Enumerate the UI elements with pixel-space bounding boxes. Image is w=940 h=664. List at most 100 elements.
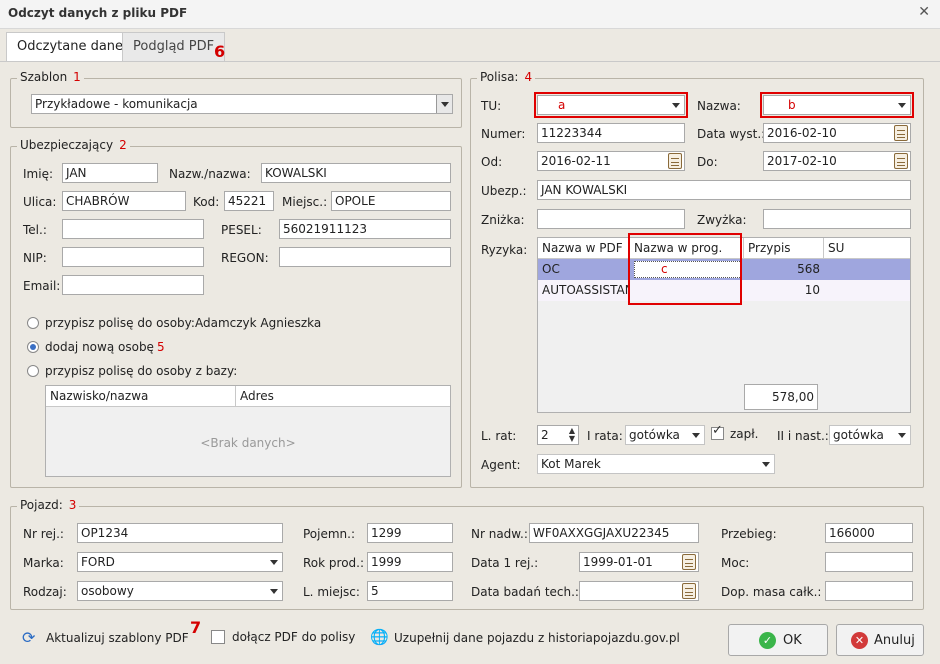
- ok-button[interactable]: ✓ OK: [728, 624, 828, 656]
- main-content: Szablon 1 Przykładowe - komunikacja Ubezp…: [0, 61, 940, 664]
- badan-label: Data badań tech.:: [471, 585, 579, 599]
- attach-pdf-checkbox[interactable]: [211, 630, 225, 644]
- col-nazwisko[interactable]: Nazwisko/nazwa: [46, 386, 236, 407]
- chevron-down-icon: [441, 102, 449, 107]
- miejsc-field[interactable]: OPOLE: [331, 191, 451, 211]
- col-przypis[interactable]: Przypis: [744, 238, 824, 259]
- nr-rej-field[interactable]: OP1234: [77, 523, 283, 543]
- calendar-icon[interactable]: [668, 153, 682, 169]
- zwyzka-field[interactable]: [763, 209, 911, 229]
- l-miejsc-field[interactable]: 5: [367, 581, 453, 601]
- ubezpieczajacy-group: Ubezpieczający 2 Imię: JAN Nazw./nazwa: K…: [10, 138, 462, 488]
- regon-field[interactable]: [279, 247, 451, 267]
- kod-field[interactable]: 45221: [224, 191, 274, 211]
- tel-field[interactable]: [62, 219, 204, 239]
- calendar-icon[interactable]: [894, 153, 908, 169]
- close-icon[interactable]: ✕: [918, 4, 930, 20]
- globe-icon: 🌐: [370, 628, 389, 646]
- persons-grid[interactable]: Nazwisko/nazwa Adres <Brak danych>: [45, 385, 451, 477]
- numer-label: Numer:: [481, 127, 526, 141]
- assigned-person-name: Adamczyk Agnieszka: [195, 316, 322, 330]
- cell-su: [824, 280, 910, 301]
- rodzaj-label: Rodzaj:: [23, 585, 67, 599]
- cancel-button[interactable]: ✕ Anuluj: [836, 624, 924, 656]
- pojazd-group: Pojazd: 3 Nr rej.: OP1234 Marka: FORD Rod…: [10, 498, 924, 610]
- check-icon: ✓: [759, 632, 776, 649]
- cell-przypis: 10: [804, 283, 820, 297]
- calendar-icon[interactable]: [894, 125, 908, 141]
- dop-field[interactable]: [825, 581, 913, 601]
- marker-2: 2: [119, 138, 127, 152]
- radio-new-person[interactable]: [27, 341, 39, 353]
- od-field[interactable]: 2016-02-11: [537, 151, 685, 171]
- data1-field[interactable]: 1999-01-01: [579, 552, 699, 572]
- cell-pdf: AUTOASSISTANCE: [542, 283, 630, 297]
- kod-label: Kod:: [193, 195, 220, 209]
- suma-field: 578,00: [744, 384, 818, 410]
- pesel-label: PESEL:: [221, 223, 262, 237]
- email-field[interactable]: [62, 275, 204, 295]
- cancel-label: Anuluj: [874, 633, 915, 648]
- numer-field[interactable]: 11223344: [537, 123, 685, 143]
- data-wyst-field[interactable]: 2016-02-10: [763, 123, 911, 143]
- col-adres[interactable]: Adres: [236, 386, 450, 407]
- ubezp-field[interactable]: JAN KOWALSKI: [537, 180, 911, 200]
- ubezpieczajacy-legend: Ubezpieczający: [20, 138, 114, 152]
- polisa-group: Polisa: 4 TU: a Nazwa: b Numer: 11223344 …: [470, 70, 924, 488]
- cancel-icon: ✕: [851, 632, 868, 649]
- szablon-group: Szablon 1 Przykładowe - komunikacja: [10, 70, 462, 128]
- agent-select[interactable]: Kot Marek: [537, 454, 775, 474]
- imie-field[interactable]: JAN: [62, 163, 158, 183]
- chevron-down-icon: [270, 589, 278, 594]
- nr-nadw-field[interactable]: WF0AXXGGJAXU22345: [529, 523, 699, 543]
- marker-6: 6: [214, 42, 226, 61]
- nazw-field[interactable]: KOWALSKI: [261, 163, 451, 183]
- ulica-field[interactable]: CHABRÓW: [62, 191, 186, 211]
- window-title: Odczyt danych z pliku PDF: [8, 6, 188, 20]
- grid-empty-text: <Brak danych>: [200, 436, 296, 450]
- calendar-icon[interactable]: [682, 583, 696, 599]
- l-miejsc-label: L. miejsc:: [303, 585, 360, 599]
- chevron-down-icon: [692, 433, 700, 438]
- title-bar: Odczyt danych z pliku PDF ✕: [0, 0, 940, 29]
- stepper-down-icon[interactable]: ▼: [569, 435, 575, 443]
- ii-rata-select[interactable]: gotówka: [829, 425, 911, 445]
- tab-podglad-pdf[interactable]: Podgląd PDF: [122, 32, 226, 61]
- do-field[interactable]: 2017-02-10: [763, 151, 911, 171]
- marker-1: 1: [73, 70, 81, 84]
- chevron-down-icon: [270, 560, 278, 565]
- l-rat-label: L. rat:: [481, 429, 517, 443]
- zapl-checkbox[interactable]: ✓: [711, 423, 724, 440]
- calendar-icon[interactable]: [682, 554, 696, 570]
- i-rata-select[interactable]: gotówka: [625, 425, 705, 445]
- marker-4: 4: [524, 70, 533, 84]
- l-rat-stepper[interactable]: 2 ▲ ▼: [537, 425, 579, 445]
- tab-odczytane-dane[interactable]: Odczytane dane: [6, 32, 135, 61]
- ulica-label: Ulica:: [23, 195, 57, 209]
- znizka-field[interactable]: [537, 209, 685, 229]
- radio-from-db[interactable]: [27, 365, 39, 377]
- szablon-select[interactable]: Przykładowe - komunikacja: [31, 94, 453, 114]
- refresh-icon: ⟳: [22, 628, 36, 647]
- ryzyka-label: Ryzyka:: [481, 243, 528, 257]
- highlight-tu: [534, 92, 688, 118]
- pojemn-field[interactable]: 1299: [367, 523, 453, 543]
- badan-field[interactable]: [579, 581, 699, 601]
- przebieg-field[interactable]: 166000: [825, 523, 913, 543]
- pesel-field[interactable]: 56021911123: [279, 219, 451, 239]
- data1-label: Data 1 rej.:: [471, 556, 539, 570]
- polisa-legend: Polisa:: [480, 70, 519, 84]
- rok-field[interactable]: 1999: [367, 552, 453, 572]
- radio-new-person-label: dodaj nową osobę: [45, 340, 154, 354]
- ok-label: OK: [783, 633, 802, 648]
- col-su[interactable]: SU: [824, 238, 910, 259]
- radio-from-db-label: przypisz polisę do osoby z bazy:: [45, 364, 238, 378]
- dropdown-button[interactable]: [436, 95, 452, 113]
- moc-field[interactable]: [825, 552, 913, 572]
- marka-select[interactable]: FORD: [77, 552, 283, 572]
- rodzaj-select[interactable]: osobowy: [77, 581, 283, 601]
- radio-assign-person[interactable]: [27, 317, 39, 329]
- fill-vehicle-label: Uzupełnij dane pojazdu z historiapojazdu…: [394, 631, 680, 645]
- col-nazwa-pdf[interactable]: Nazwa w PDF: [538, 238, 630, 259]
- nip-field[interactable]: [62, 247, 204, 267]
